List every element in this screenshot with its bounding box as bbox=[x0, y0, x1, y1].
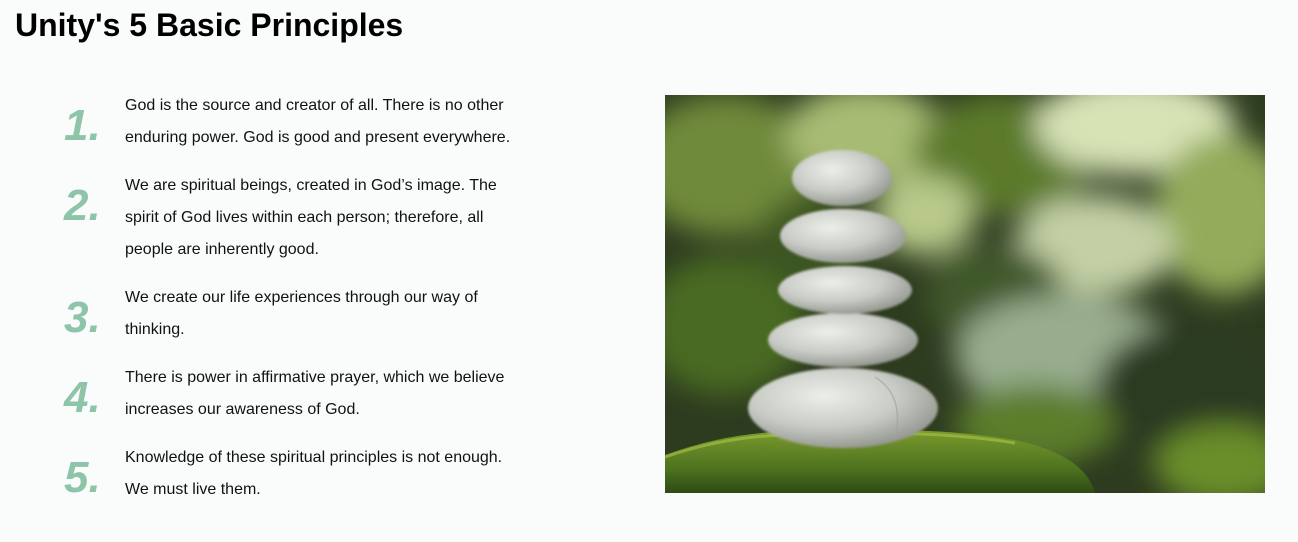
stacked-stones-photo bbox=[665, 95, 1265, 493]
principles-list: 1. God is the source and creator of all.… bbox=[60, 90, 530, 522]
page-title: Unity's 5 Basic Principles bbox=[15, 7, 404, 43]
principle-number: 5. bbox=[64, 453, 101, 502]
principle-text: Knowledge of these spiritual principles … bbox=[125, 449, 503, 498]
principle-text: We create our life experiences through o… bbox=[125, 289, 478, 338]
principle-text: God is the source and creator of all. Th… bbox=[125, 97, 511, 146]
principle-number: 2. bbox=[64, 181, 101, 230]
principle-number: 1. bbox=[64, 101, 101, 150]
principle-text: There is power in affirmative prayer, wh… bbox=[125, 369, 505, 418]
principle-item-3: 3. We create our life experiences throug… bbox=[60, 282, 530, 346]
principle-number: 3. bbox=[64, 293, 101, 342]
principle-item-1: 1. God is the source and creator of all.… bbox=[60, 90, 530, 154]
principle-item-4: 4. There is power in affirmative prayer,… bbox=[60, 362, 530, 426]
principle-number: 4. bbox=[64, 373, 101, 422]
principle-item-5: 5. Knowledge of these spiritual principl… bbox=[60, 442, 530, 506]
principle-text: We are spiritual beings, created in God’… bbox=[125, 177, 497, 258]
principle-item-2: 2. We are spiritual beings, created in G… bbox=[60, 170, 530, 266]
